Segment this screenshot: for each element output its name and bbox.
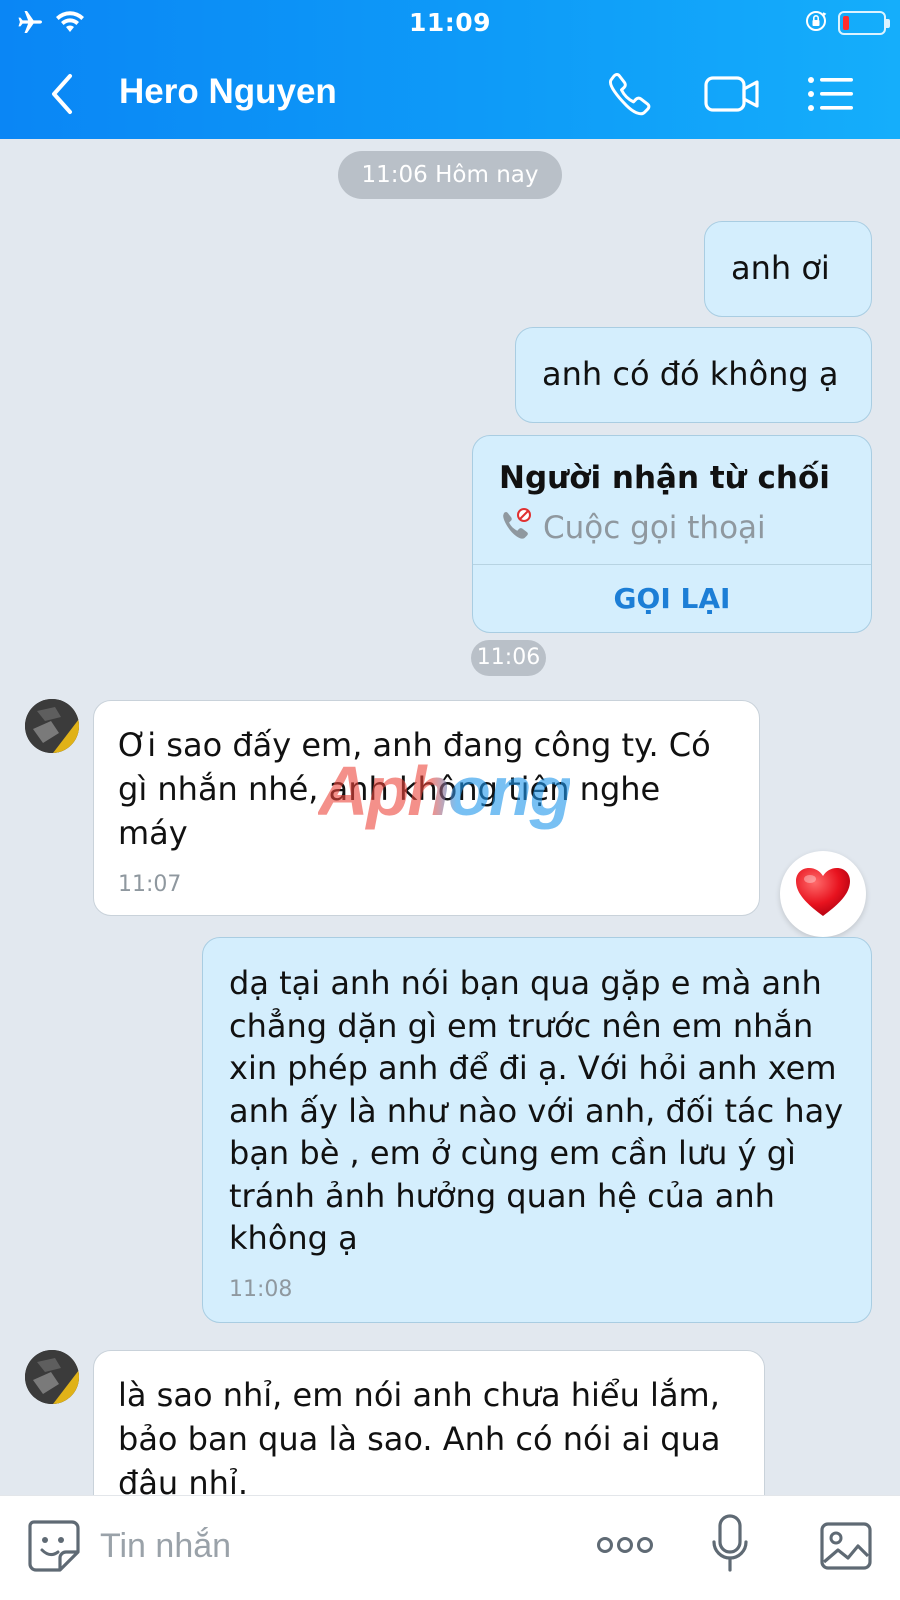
status-bar: 11:09 (0, 0, 900, 46)
sticker-button[interactable] (26, 1518, 80, 1572)
rotation-lock-icon (804, 9, 828, 37)
chevron-left-icon (42, 74, 82, 122)
contact-name[interactable]: Hero Nguyen (119, 72, 337, 112)
voice-message-button[interactable] (710, 1510, 750, 1578)
battery-level (843, 16, 849, 30)
incoming-message[interactable]: Ơi sao đấy em, anh đang công ty. Có gì n… (93, 700, 760, 916)
message-text: là sao nhỉ, em nói anh chưa hiểu lắm, bả… (118, 1376, 721, 1495)
battery-icon (838, 11, 890, 35)
back-button[interactable] (42, 70, 82, 118)
incoming-message[interactable]: là sao nhỉ, em nói anh chưa hiểu lắm, bả… (93, 1350, 765, 1495)
image-icon (818, 1522, 874, 1580)
video-call-button[interactable] (703, 68, 759, 120)
options-menu-button[interactable] (805, 68, 861, 120)
message-text: Ơi sao đấy em, anh đang công ty. Có gì n… (118, 726, 711, 852)
time-separator: 11:06 (471, 640, 546, 676)
date-separator: 11:06 Hôm nay (338, 151, 562, 199)
voice-call-button[interactable] (604, 68, 660, 120)
list-menu-icon (805, 77, 857, 124)
message-text: dạ tại anh nói bạn qua gặp e mà anh chẳn… (229, 964, 844, 1257)
outgoing-message[interactable]: dạ tại anh nói bạn qua gặp e mà anh chẳn… (202, 937, 872, 1323)
send-image-button[interactable] (818, 1516, 874, 1576)
chat-header: 11:09 Hero Nguyen (0, 0, 900, 139)
call-status-title: Người nhận từ chối (499, 460, 830, 496)
nav-bar: Hero Nguyen (0, 56, 900, 132)
outgoing-message[interactable]: anh có đó không ạ (515, 327, 872, 423)
missed-call-icon (499, 506, 533, 550)
chat-area[interactable]: 11:06 Hôm nay anh ơi anh có đó không ạ N… (0, 139, 900, 1495)
message-time: 11:08 (229, 1276, 293, 1302)
message-text: anh có đó không ạ (542, 355, 839, 393)
status-time: 11:09 (408, 8, 492, 37)
message-time: 11:07 (118, 872, 182, 897)
message-text: anh ơi (731, 249, 830, 287)
call-back-button[interactable]: GỌI LẠI (473, 564, 871, 634)
outgoing-message[interactable]: anh ơi (704, 221, 872, 317)
sticker-face-icon (26, 1520, 80, 1576)
call-type-label: Cuộc gọi thoại (543, 510, 766, 546)
call-type-row: Cuộc gọi thoại (499, 506, 766, 550)
contact-avatar[interactable] (25, 699, 79, 753)
microphone-icon (710, 1514, 750, 1582)
video-camera-icon (703, 76, 763, 124)
declined-call-card[interactable]: Người nhận từ chối Cuộc gọi thoại GỌI LẠ… (472, 435, 872, 633)
ellipsis-icon (596, 1537, 654, 1566)
message-input[interactable] (100, 1516, 570, 1576)
phone-icon (604, 73, 660, 124)
contact-avatar[interactable] (25, 1350, 79, 1404)
heart-reaction[interactable] (780, 851, 866, 937)
status-right (804, 9, 890, 37)
message-input-bar (0, 1495, 900, 1600)
heart-icon (794, 866, 852, 922)
more-options-button[interactable] (596, 1528, 654, 1562)
